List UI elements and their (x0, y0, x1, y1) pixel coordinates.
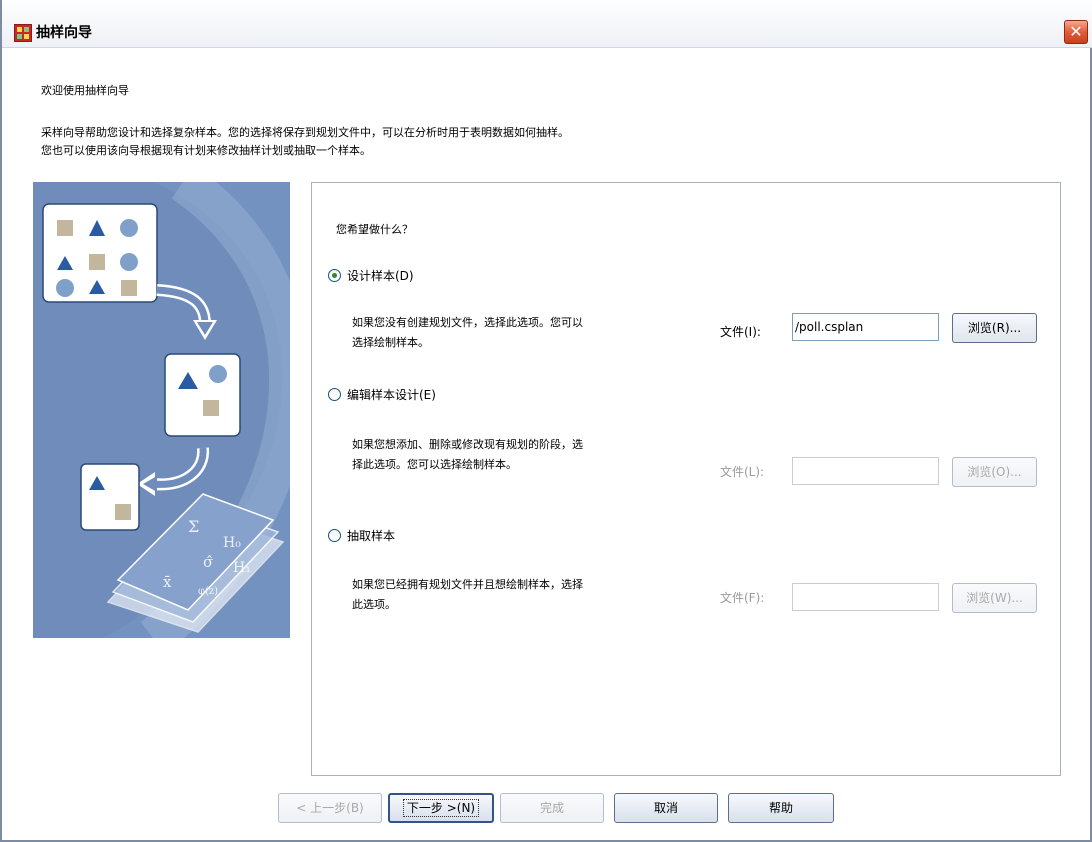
option-design-sample-label: 设计样本(D) (347, 269, 414, 283)
description-line: 如果您没有创建规划文件，选择此选项。您可以 (352, 316, 583, 329)
finish-button[interactable]: 完成 (500, 793, 604, 823)
option-draw-sample-description: 如果您已经拥有规划文件并且想绘制样本，选择 此选项。 (352, 575, 722, 615)
cancel-button[interactable]: 取消 (614, 793, 718, 823)
option-design-sample[interactable]: 设计样本(D) (328, 267, 414, 284)
window-title: 抽样向导 (36, 25, 92, 41)
option-edit-design[interactable]: 编辑样本设计(E) (328, 386, 436, 403)
svg-text:σ̂: σ̂ (203, 553, 213, 571)
option-draw-sample-label: 抽取样本 (347, 529, 396, 543)
edit-file-label: 文件(L): (720, 465, 765, 479)
population-card-icon (42, 203, 158, 303)
options-panel: 您希望做什么？ 设计样本(D) 如果您没有创建规划文件，选择此选项。您可以 选择… (311, 182, 1061, 776)
svg-text:φ(z): φ(z) (198, 586, 218, 597)
arrow-left-icon (137, 447, 210, 496)
arrow-down-icon (156, 284, 217, 340)
close-button[interactable]: ✕ (1064, 20, 1088, 44)
draw-file-input[interactable] (792, 583, 939, 611)
svg-text:x̄: x̄ (163, 573, 172, 591)
next-button[interactable]: 下一步 >(N) (388, 793, 494, 823)
design-browse-button[interactable]: 浏览(R)... (952, 313, 1037, 343)
app-icon (14, 24, 32, 42)
description-line: 择此选项。您可以选择绘制样本。 (352, 458, 517, 471)
description-line: 此选项。 (352, 598, 396, 611)
description-line: 如果您已经拥有规划文件并且想绘制样本，选择 (352, 578, 583, 591)
edit-browse-button[interactable]: 浏览(O)... (952, 457, 1037, 487)
draw-file-label: 文件(F): (720, 591, 765, 605)
svg-text:H₀: H₀ (223, 535, 241, 551)
intro-description-line1: 采样向导帮助您设计和选择复杂样本。您的选择将保存到规划文件中，可以在分析时用于表… (41, 126, 569, 139)
radio-edit-design[interactable] (328, 388, 341, 401)
back-button[interactable]: < 上一步(B) (278, 793, 382, 823)
question-label: 您希望做什么？ (336, 223, 413, 236)
design-file-label: 文件(I): (720, 325, 761, 339)
sample-card-icon (164, 353, 241, 437)
description-line: 选择绘制样本。 (352, 336, 429, 349)
sampling-wizard-window: 抽样向导 ✕ 欢迎使用抽样向导 采样向导帮助您设计和选择复杂样本。您的选择将保存… (0, 0, 1092, 842)
edit-file-input[interactable] (792, 457, 939, 485)
title-bar: 抽样向导 ✕ (2, 0, 1092, 48)
next-button-label: 下一步 >(N) (402, 799, 480, 817)
option-design-sample-description: 如果您没有创建规划文件，选择此选项。您可以 选择绘制样本。 (352, 313, 722, 353)
option-draw-sample[interactable]: 抽取样本 (328, 527, 395, 544)
intro-description-line2: 您也可以使用该向导根据现有计划来修改抽样计划或抽取一个样本。 (41, 144, 371, 157)
option-edit-design-label: 编辑样本设计(E) (347, 388, 436, 402)
radio-design-sample[interactable] (328, 269, 341, 282)
radio-draw-sample[interactable] (328, 529, 341, 542)
welcome-heading: 欢迎使用抽样向导 (41, 84, 129, 97)
design-file-input[interactable]: /poll.csplan (792, 313, 939, 341)
description-line: 如果您想添加、删除或修改现有规划的阶段，选 (352, 438, 583, 451)
svg-text:Σ: Σ (188, 517, 199, 536)
help-button[interactable]: 帮助 (728, 793, 834, 823)
draw-browse-button[interactable]: 浏览(W)... (952, 583, 1037, 613)
wizard-illustration: Σ H₀ σ̂ H₁ x̄ φ(z) (33, 182, 290, 638)
svg-text:H₁: H₁ (233, 560, 251, 576)
option-edit-design-description: 如果您想添加、删除或修改现有规划的阶段，选 择此选项。您可以选择绘制样本。 (352, 435, 722, 475)
small-sample-card-icon (80, 463, 140, 531)
